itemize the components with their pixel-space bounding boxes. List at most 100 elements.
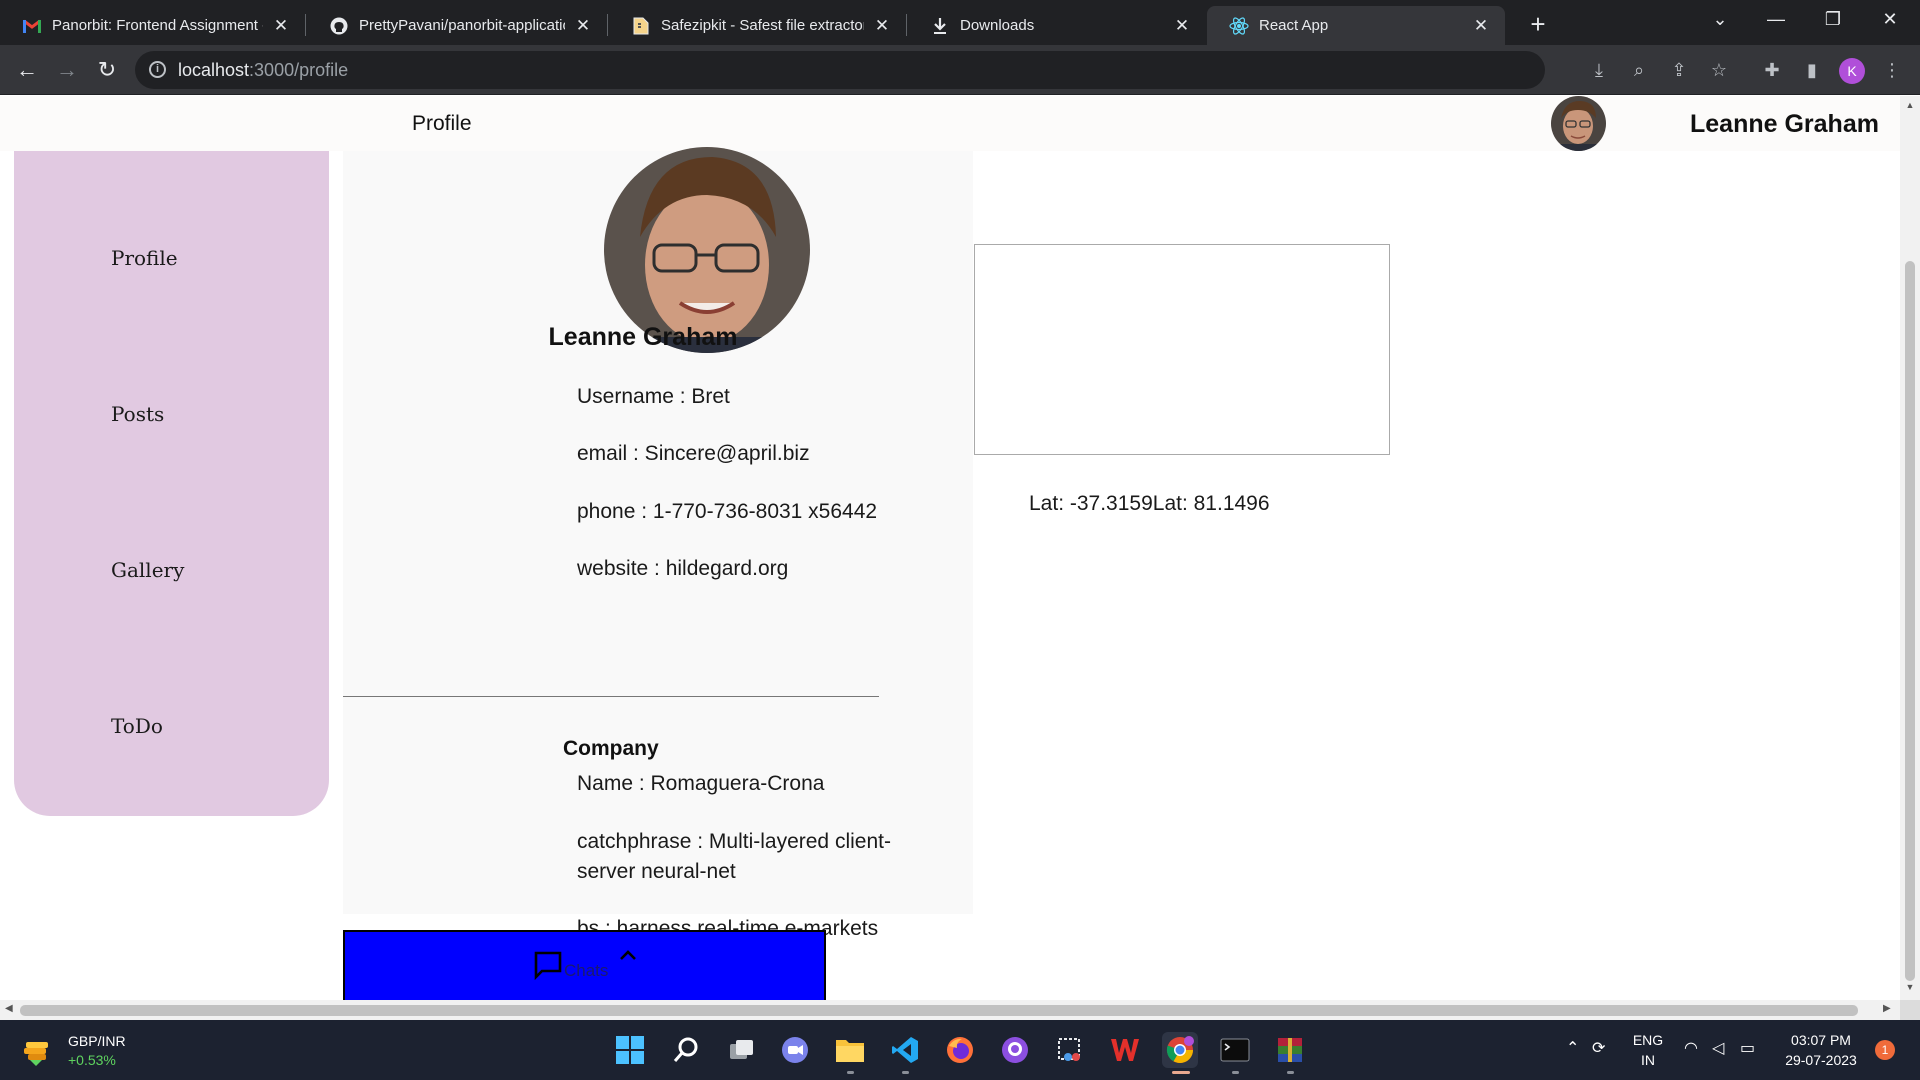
chat-bubble-icon [533,950,563,985]
close-icon[interactable]: ✕ [1471,16,1491,36]
close-icon[interactable]: ✕ [271,16,291,36]
search-icon[interactable] [668,1032,704,1068]
sidebar-item-profile[interactable]: Profile [111,246,178,270]
address-bar[interactable]: i localhost:3000/profile ⤓ ⌕ ⇪ ☆ [135,51,1727,89]
running-indicator [1287,1071,1294,1074]
terminal-icon[interactable] [1217,1032,1253,1068]
url-text[interactable]: localhost:3000/profile [178,60,348,81]
widget-pair: GBP/INR [68,1033,126,1049]
language-indicator[interactable]: ENG IN [1630,1030,1666,1070]
new-tab-button[interactable]: + [1520,6,1556,42]
tab-title: Downloads [960,17,1035,34]
close-icon[interactable]: ✕ [1172,16,1192,36]
tab-github[interactable]: PrettyPavani/panorbit-application ✕ [307,6,607,45]
browser-toolbar: ← → ↻ i localhost:3000/profile ⤓ ⌕ ⇪ ☆ ✚… [0,45,1920,95]
browser-tab-strip: Panorbit: Frontend Assignment - ✕ Pretty… [0,0,1920,45]
task-view-icon[interactable] [723,1032,759,1068]
scroll-thumb[interactable] [1905,261,1915,981]
react-icon [1229,16,1249,36]
teams-chat-icon[interactable] [777,1032,813,1068]
vscode-icon[interactable] [887,1032,923,1068]
windows-taskbar: GBP/INR +0.53% ⌃ ⟳ ENG IN ◠ ◁ ▭ 03:07 PM… [0,1020,1920,1080]
share-icon[interactable]: ⇪ [1667,58,1691,82]
tab-title: Panorbit: Frontend Assignment - [52,17,263,34]
winrar-icon[interactable] [1272,1032,1308,1068]
page-title: Profile [412,112,472,135]
language-code: ENG [1632,1032,1664,1048]
tab-react-app[interactable]: React App ✕ [1207,6,1505,45]
wps-office-icon[interactable] [1107,1032,1143,1068]
lat-lng-text: Lat: -37.3159Lat: 81.1496 [1029,492,1270,515]
sidebar-item-todo[interactable]: ToDo [111,714,163,738]
section-divider [343,696,879,697]
scroll-thumb[interactable] [20,1005,1858,1016]
region-code: IN [1641,1052,1655,1068]
chats-bar[interactable]: Chats [343,930,826,1000]
close-icon[interactable]: ✕ [573,16,593,36]
sync-icon[interactable]: ⟳ [1592,1038,1605,1058]
scroll-right-arrow-icon[interactable]: ▶ [1883,1003,1891,1014]
clock-time: 03:07 PM [1791,1032,1851,1048]
company-heading: Company [563,737,659,760]
bookmark-star-icon[interactable]: ☆ [1707,58,1731,82]
chrome-icon[interactable] [1162,1032,1198,1068]
chevron-up-icon[interactable] [618,948,638,967]
chats-label: Chats [564,961,609,980]
scroll-left-arrow-icon[interactable]: ◀ [5,1003,13,1014]
browser-menu-icon[interactable]: ⋮ [1880,58,1904,82]
sidebar-item-gallery[interactable]: Gallery [111,558,184,582]
side-panel-icon[interactable]: ▮ [1800,58,1824,82]
browser-profile-avatar[interactable]: K [1839,58,1865,84]
map-frame[interactable] [974,244,1390,455]
scrollbar-corner [1900,1000,1920,1020]
snipping-tool-icon[interactable] [1052,1032,1088,1068]
chevron-up-icon[interactable]: ⌃ [1566,1038,1579,1058]
minimize-icon[interactable]: — [1748,0,1804,40]
url-host: localhost [178,60,250,80]
zoom-icon[interactable]: ⌕ [1627,58,1651,82]
tab-panorbit-gmail[interactable]: Panorbit: Frontend Assignment - ✕ [0,6,305,45]
notification-badge[interactable]: 1 [1875,1040,1895,1060]
website-field: website : hildegard.org [577,557,789,580]
widget-change: +0.53% [68,1052,116,1068]
tab-safezipkit[interactable]: Safezipkit - Safest file extractor an ✕ [609,6,906,45]
back-arrow-icon[interactable]: ← [11,54,43,86]
file-explorer-icon[interactable] [832,1032,868,1068]
sidebar-item-posts[interactable]: Posts [111,402,164,426]
windows-start-icon[interactable] [612,1032,648,1068]
header-user-name[interactable]: Leanne Graham [1690,110,1879,139]
gmail-icon [22,16,42,36]
reload-icon[interactable]: ↻ [91,54,123,86]
header-avatar[interactable] [1551,96,1606,151]
github-desktop-icon[interactable] [997,1032,1033,1068]
forward-arrow-icon[interactable]: → [51,54,83,86]
url-path: :3000/profile [249,60,349,80]
tab-title: PrettyPavani/panorbit-application [359,17,565,34]
tab-separator [305,14,306,36]
company-catchphrase-line1: catchphrase : Multi-layered client- [577,830,891,853]
vertical-scrollbar[interactable]: ▲ ▼ [1900,96,1920,1000]
volume-icon[interactable]: ◁ [1712,1038,1724,1058]
restore-icon[interactable]: ❐ [1805,0,1861,40]
scroll-down-arrow-icon[interactable]: ▼ [1905,982,1915,992]
extensions-puzzle-icon[interactable]: ✚ [1760,58,1784,82]
wifi-icon[interactable]: ◠ [1684,1038,1698,1058]
sidebar: Profile Posts Gallery ToDo [14,151,329,816]
tab-title: Safezipkit - Safest file extractor an [661,17,864,34]
close-icon[interactable]: ✕ [872,16,892,36]
battery-icon[interactable]: ▭ [1740,1038,1755,1058]
firefox-icon[interactable] [942,1032,978,1068]
clock[interactable]: 03:07 PM 29-07-2023 [1776,1030,1866,1070]
file-icon [631,16,651,36]
install-app-icon[interactable]: ⤓ [1587,58,1611,82]
page-viewport: Profile Leanne Graham Profile Posts Gall… [0,96,1920,1000]
app-header: Profile Leanne Graham [0,96,1900,151]
horizontal-scrollbar[interactable]: ◀ ▶ [0,1000,1900,1020]
tab-downloads[interactable]: Downloads ✕ [908,6,1206,45]
window-close-icon[interactable]: ✕ [1862,0,1918,40]
site-info-icon[interactable]: i [149,61,166,78]
currency-widget[interactable]: GBP/INR +0.53% [22,1032,126,1070]
tab-search-chevron-icon[interactable]: ⌄ [1692,0,1748,40]
scroll-up-arrow-icon[interactable]: ▲ [1905,100,1915,110]
running-indicator [902,1071,909,1074]
